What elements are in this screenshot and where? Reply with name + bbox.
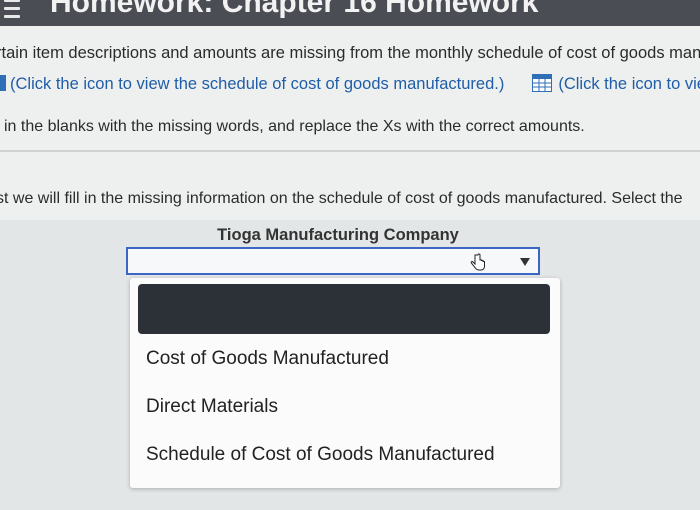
top-bar: Homework: Chapter 16 Homework bbox=[0, 0, 700, 26]
dropdown-option-direct-materials[interactable]: Direct Materials bbox=[146, 396, 278, 418]
dropdown-menu: Cost of Goods Manufactured Direct Materi… bbox=[130, 278, 560, 488]
table-icon-fragment[interactable] bbox=[0, 75, 6, 91]
instruction-text: rtain item descriptions and amounts are … bbox=[0, 44, 700, 62]
step-instruction: st we will fill in the missing informati… bbox=[0, 190, 683, 207]
dropdown-arrow-icon[interactable] bbox=[520, 258, 530, 266]
question-content: rtain item descriptions and amounts are … bbox=[0, 26, 700, 510]
company-name: Tioga Manufacturing Company bbox=[217, 226, 459, 244]
schedule-title-select[interactable] bbox=[126, 247, 540, 275]
hamburger-menu-icon[interactable] bbox=[4, 0, 20, 18]
dropdown-option-cost-of-goods-manufactured[interactable]: Cost of Goods Manufactured bbox=[146, 348, 389, 370]
instruction-links: (Click the icon to view the schedule of … bbox=[0, 74, 700, 94]
view-second-link[interactable]: (Click the icon to vie bbox=[558, 75, 700, 93]
dropdown-option-blank[interactable] bbox=[138, 284, 550, 334]
table-grid-icon[interactable] bbox=[532, 74, 553, 92]
divider bbox=[0, 150, 700, 152]
page-title: Homework: Chapter 16 Homework bbox=[50, 0, 539, 19]
hand-pointer-icon bbox=[470, 253, 485, 271]
fill-blanks-instruction: in the blanks with the missing words, an… bbox=[4, 118, 585, 135]
dropdown-option-schedule-cogm[interactable]: Schedule of Cost of Goods Manufactured bbox=[146, 444, 495, 466]
view-schedule-link[interactable]: (Click the icon to view the schedule of … bbox=[10, 75, 504, 93]
